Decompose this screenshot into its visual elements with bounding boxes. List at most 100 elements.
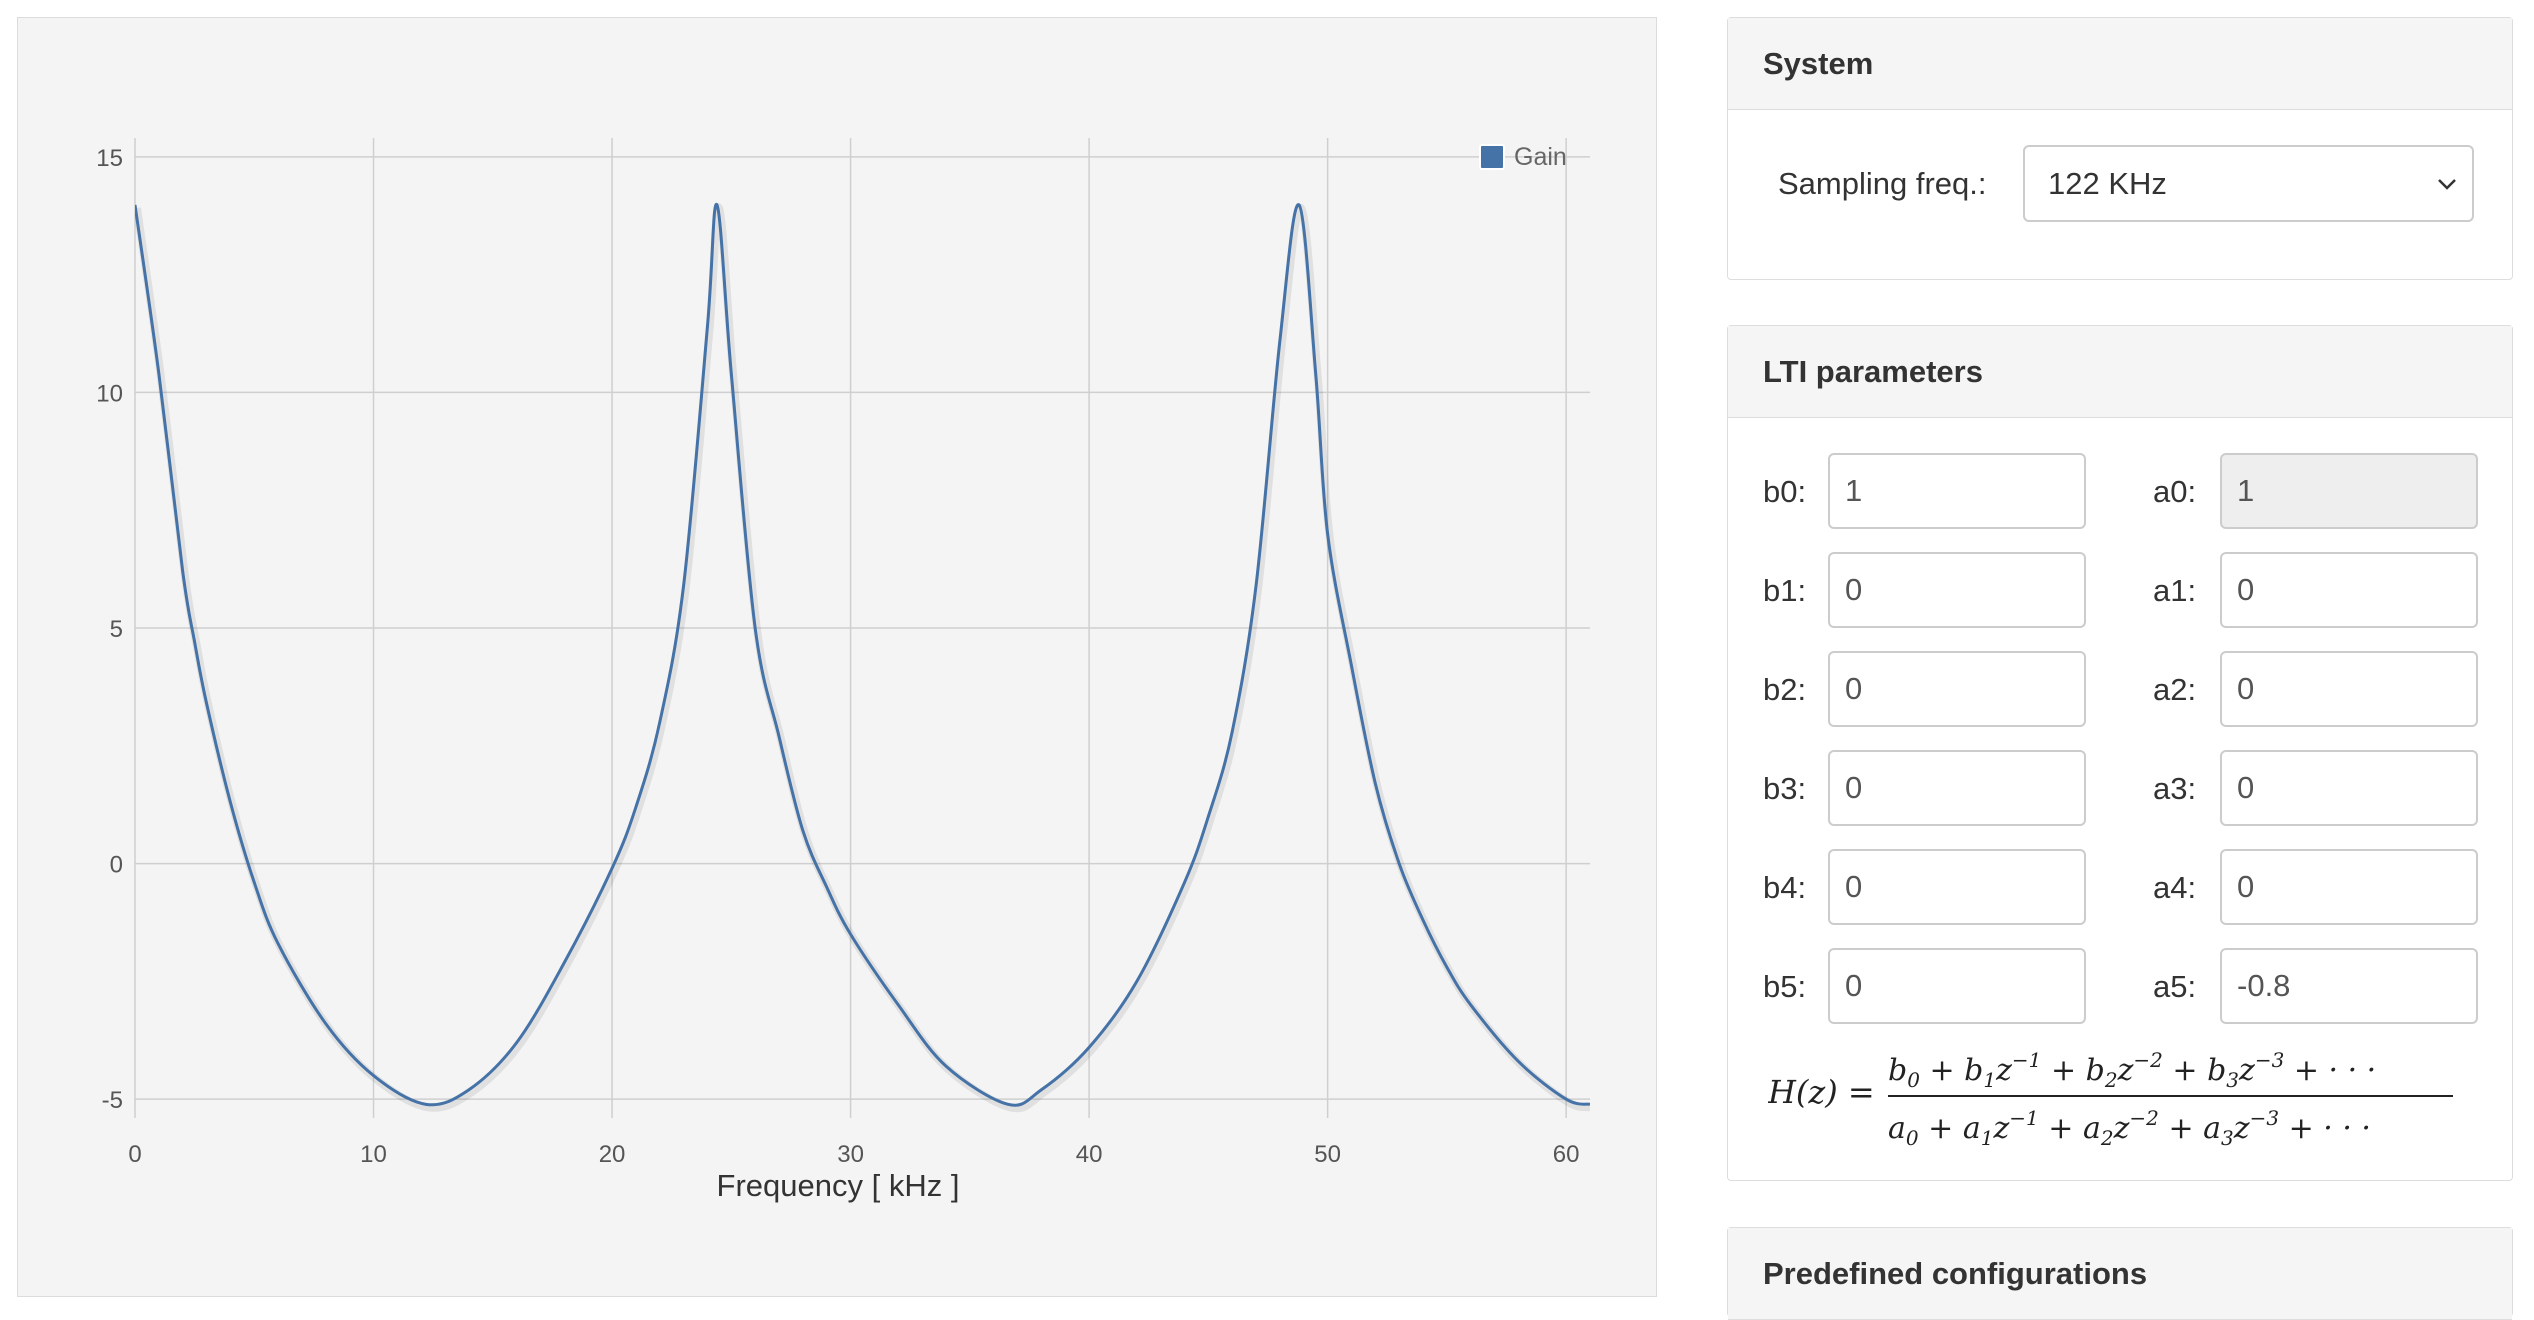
gain-data-point <box>634 806 637 809</box>
legend-swatch[interactable] <box>1479 144 1505 170</box>
svg-text:H(z) =: H(z) = <box>1768 1073 1875 1111</box>
a4-label: a4: <box>2153 870 2197 905</box>
gain-data-point <box>716 203 719 206</box>
y-tick-label: -5 <box>102 1087 123 1114</box>
a2-input[interactable]: 0 <box>2220 651 2478 727</box>
b2-input[interactable]: 0 <box>1828 651 2086 727</box>
gain-data-point <box>229 801 232 804</box>
chevron-down-icon <box>2438 179 2456 190</box>
gain-data-point <box>1350 664 1353 667</box>
gain-data-point <box>730 372 733 375</box>
y-tick-label: 10 <box>96 380 123 407</box>
system-panel: System Sampling freq.: 122 KHz <box>1727 17 2513 280</box>
gain-data-point <box>324 1022 327 1025</box>
chart-svg: -50510150 10 20 30 40 50 60 Gain Frequency [ k… <box>96 138 1592 1203</box>
a3-input[interactable]: 0 <box>2220 750 2478 826</box>
gain-data-point <box>706 325 709 328</box>
svg-text:b0 + b1z−1 + b2z−2 + b3z−3 +: b0 + b1z−1 + b2z−2 + b3z−3 + · · · <box>1888 1048 2376 1092</box>
gain-data-point <box>1183 881 1186 884</box>
gain-data-point <box>1255 584 1258 587</box>
y-tick-label: 0 <box>110 852 123 879</box>
legend-label[interactable]: Gain <box>1514 143 1567 171</box>
b1-label: b1: <box>1763 573 1807 608</box>
b3-label: b3: <box>1763 771 1807 806</box>
a2-label: a2: <box>2153 672 2197 707</box>
lti-panel-title: LTI parameters <box>1728 326 2512 418</box>
a0-input: 1 <box>2220 453 2478 529</box>
gain-data-point <box>849 933 852 936</box>
gain-data-point <box>682 584 685 587</box>
gain-data-point <box>1231 730 1234 733</box>
gain-data-point <box>1469 1003 1472 1006</box>
gain-data-point <box>157 372 160 375</box>
gain-data-point <box>1278 339 1281 342</box>
x-tick-label: 0 <box>128 1141 141 1168</box>
gain-data-point <box>205 702 208 705</box>
gain-data-point <box>801 829 804 832</box>
gain-data-point <box>515 1041 518 1044</box>
gain-data-point <box>825 886 828 889</box>
series-shadow <box>135 203 1590 1113</box>
b5-label: b5: <box>1763 969 1807 1004</box>
gain-data-point <box>1040 1088 1043 1091</box>
gain-data-point <box>754 627 757 630</box>
b4-input[interactable]: 0 <box>1828 849 2086 925</box>
gain-data-point <box>467 1088 470 1091</box>
b5-input[interactable]: 0 <box>1828 948 2086 1024</box>
x-tick-label: 40 <box>1076 1141 1103 1168</box>
a5-input[interactable]: -0.8 <box>2220 948 2478 1024</box>
gain-data-point <box>1314 372 1317 375</box>
gain-data-point <box>1589 1103 1592 1106</box>
x-tick-label: 50 <box>1314 1141 1341 1168</box>
gain-data-point <box>1445 966 1448 969</box>
gain-data-point <box>1088 1046 1091 1049</box>
b0-input[interactable]: 1 <box>1828 453 2086 529</box>
sampling-freq-label: Sampling freq.: <box>1778 166 1987 201</box>
x-tick-label: 60 <box>1553 1141 1580 1168</box>
transfer-function-formula: H(z) = b0 + b1z−1 + b2z−2 + b3z−3 + · · … <box>1768 1048 2453 1150</box>
gain-data-point <box>193 641 196 644</box>
gain-data-point <box>611 867 614 870</box>
gain-data-point <box>563 961 566 964</box>
system-panel-title: System <box>1728 18 2512 110</box>
gain-data-point <box>944 1065 947 1068</box>
gain-data-point <box>1326 532 1329 535</box>
x-tick-label: 20 <box>599 1141 626 1168</box>
gain-data-point <box>658 721 661 724</box>
gain-data-point <box>1398 862 1401 865</box>
gain-data-point <box>425 1103 428 1106</box>
gain-series-line[interactable] <box>135 202 1590 1107</box>
predefined-configurations-panel: Predefined configurations <box>1727 1227 2513 1320</box>
predefined-panel-title: Predefined configurations <box>1728 1228 2512 1320</box>
b1-input[interactable]: 0 <box>1828 552 2086 628</box>
a0-label: a0: <box>2153 474 2197 509</box>
gain-data-point <box>1517 1060 1520 1063</box>
sampling-freq-value: 122 KHz <box>2048 166 2167 201</box>
gain-data-point <box>277 942 280 945</box>
a3-label: a3: <box>2153 771 2197 806</box>
gain-data-point <box>1207 815 1210 818</box>
x-tick-label: 10 <box>360 1141 387 1168</box>
x-tick-label: 30 <box>837 1141 864 1168</box>
y-tick-label: 15 <box>96 145 123 172</box>
gain-data-point <box>253 881 256 884</box>
svg-text:a0 + a1z−1 + a2z−2 + a3z−3 +: a0 + a1z−1 + a2z−2 + a3z−3 + · · · <box>1888 1106 2371 1150</box>
a5-label: a5: <box>2153 969 2197 1004</box>
x-axis-title: Frequency [ kHz ] <box>717 1168 960 1203</box>
gain-data-point <box>181 570 184 573</box>
y-tick-label: 5 <box>110 616 123 643</box>
gain-data-point <box>1298 203 1301 206</box>
gain-data-point <box>897 1003 900 1006</box>
a1-input[interactable]: 0 <box>2220 552 2478 628</box>
gain-data-point <box>1007 1103 1010 1106</box>
gain-data-point <box>1565 1098 1568 1101</box>
gain-data-point <box>134 203 137 206</box>
b3-input[interactable]: 0 <box>1828 750 2086 826</box>
b0-label: b0: <box>1763 474 1807 509</box>
a4-input[interactable]: 0 <box>2220 849 2478 925</box>
gain-data-point <box>778 735 781 738</box>
b2-label: b2: <box>1763 672 1807 707</box>
gain-data-point <box>1374 782 1377 785</box>
gain-data-point <box>1135 980 1138 983</box>
sampling-freq-select[interactable]: 122 KHz <box>2023 145 2474 222</box>
